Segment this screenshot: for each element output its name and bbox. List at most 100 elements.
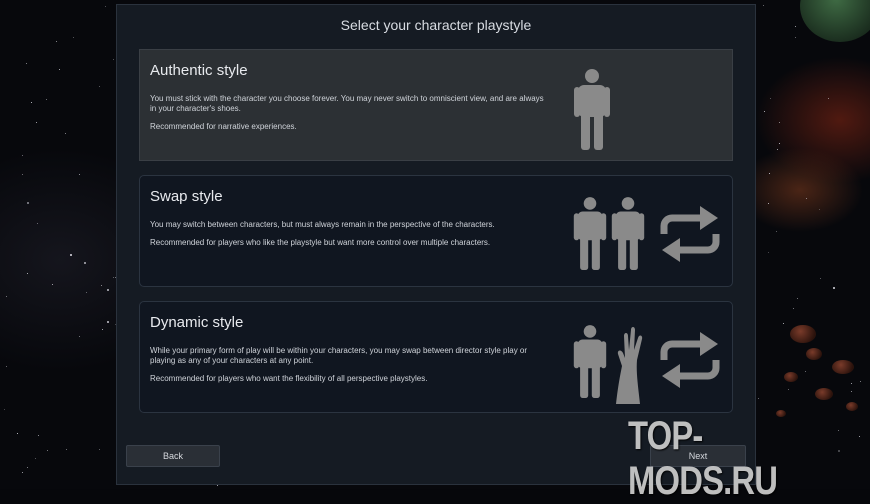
star [46,99,47,100]
star [851,383,852,384]
star [17,433,18,434]
star [35,458,36,459]
option-icons [570,302,730,412]
star [79,174,80,175]
star [107,321,109,323]
star [59,69,60,70]
star [70,254,72,256]
star [6,366,7,367]
star [769,173,770,174]
star [52,284,53,285]
person-icon [573,197,607,270]
star [99,449,100,450]
star [22,472,23,473]
star [31,102,32,103]
star [22,174,23,175]
star [838,430,839,431]
person-icon [574,69,610,150]
star [4,409,5,410]
director-hand-icon [616,327,643,404]
star [73,37,74,38]
asteroid [815,388,833,400]
star [27,273,28,274]
star [777,149,778,150]
star [6,296,7,297]
star [27,467,28,468]
star [795,37,796,38]
star [828,98,829,99]
option-icons [570,50,730,160]
swap-style-option[interactable]: Swap style You may switch between charac… [139,175,733,287]
star [26,63,27,64]
star [101,285,102,286]
star [105,6,106,7]
star [113,59,114,60]
asteroid [790,325,816,343]
option-title: Dynamic style [150,314,244,331]
star [47,450,48,451]
option-description-text: While your primary form of play will be … [150,346,528,365]
star [783,323,784,324]
option-title: Authentic style [150,62,248,79]
star [107,289,109,291]
playstyle-dialog: Select your character playstyle Authenti… [116,4,756,485]
star [797,298,798,299]
authentic-style-option[interactable]: Authentic style You must stick with the … [139,49,733,161]
star [788,389,789,390]
asteroid [832,360,854,374]
star [763,5,764,6]
option-description: You may switch between characters, but m… [150,220,550,256]
star [806,198,807,199]
star [38,435,39,436]
asteroid [784,372,798,382]
star [819,209,820,210]
star [768,203,769,204]
option-recommendation: Recommended for players who want the fle… [150,374,428,383]
star [838,450,840,452]
star [768,252,769,253]
star [851,391,852,392]
option-recommendation: Recommended for narrative experiences. [150,122,297,131]
star [795,26,796,27]
star [805,371,806,372]
star [833,287,835,289]
star [27,202,29,204]
option-description: You must stick with the character you ch… [150,94,550,140]
star [860,381,861,382]
star [84,262,86,264]
star [37,223,38,224]
star [779,143,780,144]
star [56,41,57,42]
star [758,398,759,399]
star [764,111,765,112]
star [102,329,103,330]
star [99,86,100,87]
dynamic-style-option[interactable]: Dynamic style While your primary form of… [139,301,733,413]
dialog-title: Select your character playstyle [340,17,532,33]
star [79,336,80,337]
star [113,277,114,278]
star [22,155,23,156]
person-icon [611,197,645,270]
watermark-logo: TOP-MODS.RU [628,414,778,503]
star [776,231,777,232]
star [65,133,66,134]
star [66,449,67,450]
star [859,436,860,437]
option-description-text: You must stick with the character you ch… [150,94,544,113]
swap-arrows-icon [660,332,720,388]
star [217,485,218,486]
swap-arrows-icon [660,206,720,262]
star [770,98,771,99]
option-description: While your primary form of play will be … [150,346,550,392]
asteroid [806,348,822,360]
option-recommendation: Recommended for players who like the pla… [150,238,491,247]
star [793,308,794,309]
planet [800,0,870,42]
star [820,278,821,279]
star [36,122,37,123]
back-button[interactable]: Back [126,445,220,467]
option-title: Swap style [150,188,223,205]
person-icon [573,325,607,398]
option-icons [570,176,730,286]
